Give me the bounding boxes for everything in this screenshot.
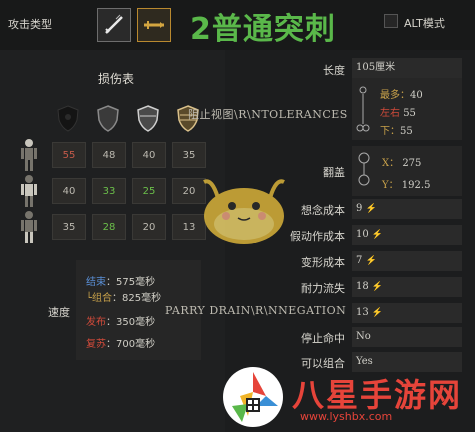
thought-cost-value: 9 ⚡ [352, 199, 462, 219]
stop-hit-label: 停止命中 [301, 332, 345, 345]
parry-drain-label: PARRY DRAIN\R\NNEGATION [165, 304, 347, 317]
torso-icon [21, 175, 37, 207]
head-icon [21, 139, 37, 171]
dmg-cell: 28 [92, 214, 126, 240]
morph-cost-value: 7 ⚡ [352, 251, 462, 271]
range-down: 下：55 [380, 126, 413, 137]
sword-slash-icon [105, 14, 123, 34]
morph-cost-label: 变形成本 [301, 256, 345, 269]
range-lr: 左右 55 [380, 108, 416, 119]
stamina-drain-value: 18 ⚡ [352, 277, 462, 297]
alt-mode-label: ALT模式 [404, 17, 445, 30]
damage-table-title: 损伤表 [98, 72, 135, 86]
dmg-cell: 33 [92, 178, 126, 204]
speed-row-recovery: 复苏：700毫秒 [86, 339, 156, 350]
stamina-icon: ⚡ [365, 204, 377, 214]
watermark-url: www.lyshbx.com [300, 410, 393, 423]
speed-row-combo: └组合：825毫秒 [86, 293, 162, 304]
length-label: 长度 [323, 64, 345, 77]
feint-cost-value: 10 ⚡ [352, 225, 462, 245]
cover-y: Y： 192.5 [382, 180, 431, 191]
armor-light-icon [97, 105, 119, 132]
feint-cost-label: 假动作成本 [290, 230, 345, 243]
armor-medium-icon [137, 105, 159, 132]
attack-type-label: 攻击类型 [8, 18, 52, 31]
dmg-cell: 40 [132, 142, 166, 168]
attack-type-slash-button[interactable] [97, 8, 131, 42]
speed-label: 速度 [48, 306, 70, 319]
dmg-cell: 35 [52, 214, 86, 240]
armor-none-icon [57, 105, 79, 132]
length-value: 105厘米 [352, 58, 462, 78]
site-logo-watermark [223, 367, 283, 427]
thought-cost-label: 想念成本 [301, 204, 345, 217]
attack-title: 2普通突刺 [190, 12, 336, 47]
combo-value: Yes [352, 352, 462, 372]
speed-row-release: 发布：350毫秒 [86, 317, 156, 328]
mascot-watermark-image [203, 179, 285, 244]
dmg-cell: 48 [92, 142, 126, 168]
sword-thrust-icon [144, 21, 164, 29]
attack-type-thrust-button[interactable] [137, 8, 171, 42]
stamina-drain-label: 耐力流失 [301, 282, 345, 295]
stamina-icon: ⚡ [371, 308, 384, 318]
range-icon [356, 86, 370, 132]
dmg-cell: 20 [132, 214, 166, 240]
tolerances-label: 阻止视图\R\NTOLERANCES [188, 108, 348, 121]
legs-icon [21, 211, 37, 243]
cover-label: 翻盖 [323, 166, 345, 179]
stop-hit-value: No [352, 327, 462, 347]
dmg-cell: 35 [172, 142, 206, 168]
dmg-cell: 25 [132, 178, 166, 204]
dmg-cell: 40 [52, 178, 86, 204]
range-max: 最多：40 [380, 90, 423, 101]
combo-label: 可以组合 [301, 357, 345, 370]
alt-mode-checkbox[interactable] [384, 14, 398, 28]
dmg-cell: 55 [52, 142, 86, 168]
parry-drain-value: 13 ⚡ [352, 303, 462, 323]
cover-icon [358, 152, 370, 186]
stamina-icon: ⚡ [371, 230, 384, 240]
stamina-icon: ⚡ [365, 256, 377, 266]
cover-x: X： 275 [382, 158, 422, 169]
stamina-icon: ⚡ [371, 282, 384, 292]
speed-row-end: 结束：575毫秒 [86, 277, 156, 288]
